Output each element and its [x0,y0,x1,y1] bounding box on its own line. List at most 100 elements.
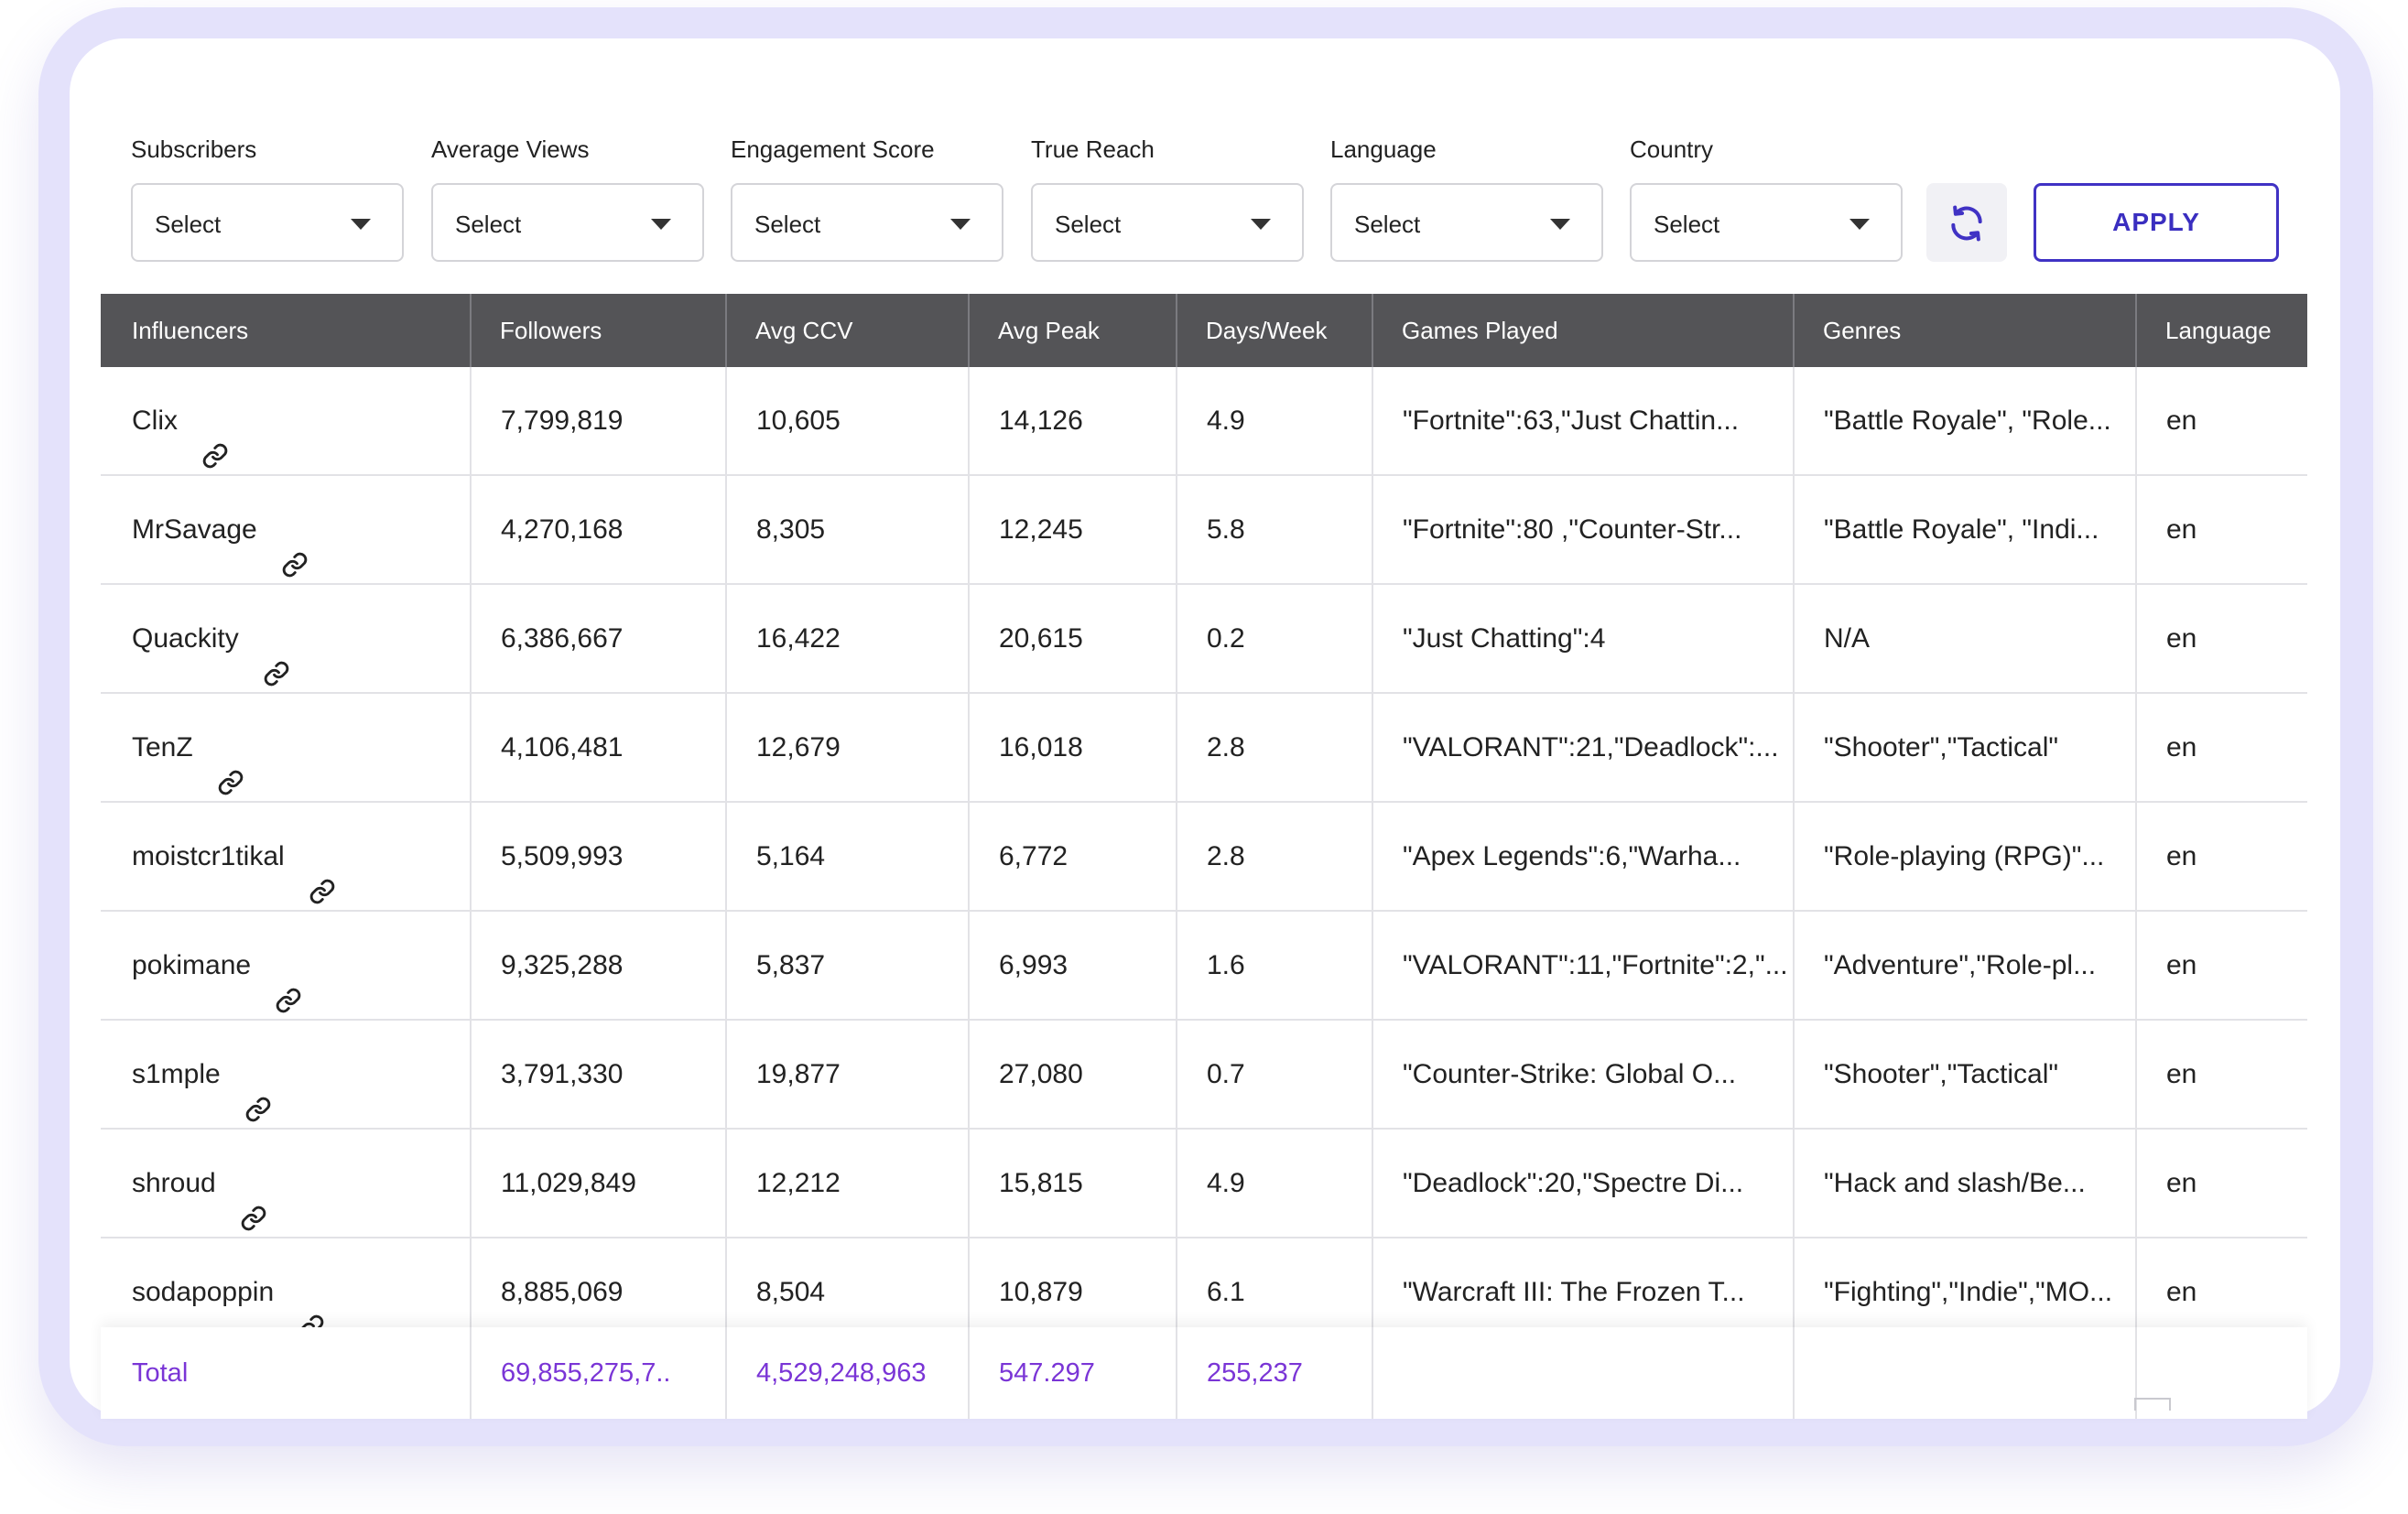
refresh-button[interactable] [1926,183,2007,262]
column-header-avg-ccv[interactable]: Avg CCV [725,294,968,367]
genres-cell: "Hack and slash/Be... [1824,1168,2086,1198]
link-icon[interactable] [244,1061,272,1121]
column-header-games-played[interactable]: Games Played [1372,294,1793,367]
days-week-cell: 4.9 [1207,1168,1245,1198]
resize-handle[interactable] [2134,1398,2171,1411]
filter-select-country[interactable]: Select [1630,183,1903,262]
genres-cell: "Battle Royale", "Role... [1824,406,2111,436]
games-played-cell: "Apex Legends":6,"Warha... [1403,841,1741,871]
table-row[interactable]: TenZ 4,106,481 12,679 16,018 2.8 "VALORANT":2… [101,694,2307,803]
column-header-language[interactable]: Language [2135,294,2307,367]
table-row[interactable]: Quackity 6,386,667 16,422 20,615 0.2 "Just Ch… [101,585,2307,694]
filter-select-language[interactable]: Select [1330,183,1603,262]
language-cell: en [2166,1168,2197,1198]
filter-label-country: Country [1630,135,1714,163]
days-week-cell: 2.8 [1207,732,1245,762]
filter-label-average-views: Average Views [431,135,590,163]
language-cell: en [2166,950,2197,980]
genres-cell: "Shooter","Tactical" [1824,732,2059,762]
followers-cell: 4,270,168 [501,514,624,545]
column-divider [725,1327,727,1419]
column-header-avg-peak[interactable]: Avg Peak [968,294,1176,367]
genres-cell: "Adventure","Role-pl... [1824,950,2097,980]
column-divider [470,1327,472,1419]
days-week-cell: 5.8 [1207,514,1245,545]
filter-select-value: Select [1654,211,1720,238]
avg-peak-cell: 16,018 [999,732,1083,762]
followers-cell: 7,799,819 [501,406,624,436]
apply-button[interactable]: APPLY [2034,183,2279,262]
influencer-name-text: pokimane [132,950,252,980]
link-icon[interactable] [217,734,244,795]
table-header: Influencers Followers Avg CCV Avg Peak Days/… [101,294,2307,367]
influencer-name-group: pokimane [132,912,302,1019]
genres-cell: N/A [1824,623,1871,654]
influencer-name-text: shroud [132,1168,216,1198]
avg-ccv-cell: 16,422 [756,623,841,654]
table-row[interactable]: pokimane 9,325,288 5,837 6,993 1.6 "VALORANT"… [101,912,2307,1021]
avg-ccv-cell: 5,837 [756,950,826,980]
avg-peak-cell: 27,080 [999,1059,1083,1089]
table-row[interactable]: s1mple 3,791,330 19,877 27,080 0.7 "Counter-S… [101,1021,2307,1130]
totals-row: Total 69,855,275,7.. 4,529,248,963 547.297 2… [101,1327,2307,1419]
influencer-name-text: MrSavage [132,514,257,545]
avg-peak-cell: 14,126 [999,406,1083,436]
link-icon[interactable] [263,625,290,686]
table-row[interactable]: Clix 7,799,819 10,605 14,126 4.9 "Fortnite":6… [101,367,2307,476]
avg-ccv-cell: 8,305 [756,514,826,545]
influencer-name-group: Clix [132,367,229,474]
filter-select-average-views[interactable]: Select [431,183,704,262]
influencer-name: TenZ [101,694,470,801]
header-divider [968,294,970,367]
total-days-week: 255,237 [1207,1358,1303,1388]
chevron-down-icon [651,219,671,230]
chevron-down-icon [1251,219,1271,230]
avg-peak-cell: 6,772 [999,841,1068,871]
influencer-name-group: Quackity [132,585,290,692]
influencer-name: moistcr1tikal [101,803,470,910]
header-divider [1793,294,1795,367]
games-played-cell: "Counter-Strike: Global O... [1403,1059,1737,1089]
chevron-down-icon [351,219,371,230]
column-divider [1176,1327,1177,1419]
total-avg-peak: 547.297 [999,1358,1095,1388]
refresh-icon [1951,205,1982,242]
link-icon[interactable] [240,1170,267,1230]
genres-cell: "Shooter","Tactical" [1824,1059,2059,1089]
table-row[interactable]: MrSavage 4,270,168 8,305 12,245 5.8 "Fortnite… [101,476,2307,585]
days-week-cell: 0.2 [1207,623,1245,654]
link-icon[interactable] [201,407,229,468]
filter-select-engagement-score[interactable]: Select [731,183,1003,262]
column-header-genres[interactable]: Genres [1793,294,2135,367]
header-divider [2135,294,2137,367]
filter-select-value: Select [1354,211,1421,238]
total-followers: 69,855,275,7.. [501,1358,671,1388]
days-week-cell: 2.8 [1207,841,1245,871]
days-week-cell: 1.6 [1207,950,1245,980]
link-icon[interactable] [281,516,309,577]
filter-select-subscribers[interactable]: Select [131,183,404,262]
table-row[interactable]: shroud 11,029,849 12,212 15,815 4.9 "Deadlock… [101,1130,2307,1238]
link-icon[interactable] [309,843,336,903]
filter-select-value: Select [155,211,222,238]
filter-label-language: Language [1330,135,1437,163]
language-cell: en [2166,623,2197,654]
column-header-days-week[interactable]: Days/Week [1176,294,1372,367]
filter-label-true-reach: True Reach [1031,135,1155,163]
influencer-name-text: TenZ [132,732,193,762]
filter-select-true-reach[interactable]: Select [1031,183,1304,262]
influencer-name: Quackity [101,585,470,692]
link-icon[interactable] [298,1279,325,1339]
column-header-followers[interactable]: Followers [470,294,725,367]
avg-peak-cell: 6,993 [999,950,1068,980]
table-row[interactable]: moistcr1tikal 5,509,993 5,164 6,772 2.8 "Apex… [101,803,2307,912]
followers-cell: 9,325,288 [501,950,624,980]
column-header-influencers[interactable]: Influencers [101,294,470,367]
avg-ccv-cell: 19,877 [756,1059,841,1089]
avg-ccv-cell: 12,212 [756,1168,841,1198]
games-played-cell: "Fortnite":80 ,"Counter-Str... [1403,514,1742,545]
link-icon[interactable] [275,952,302,1012]
influencer-name-group: MrSavage [132,476,309,583]
header-divider [1372,294,1373,367]
influencer-name-text: s1mple [132,1059,221,1089]
